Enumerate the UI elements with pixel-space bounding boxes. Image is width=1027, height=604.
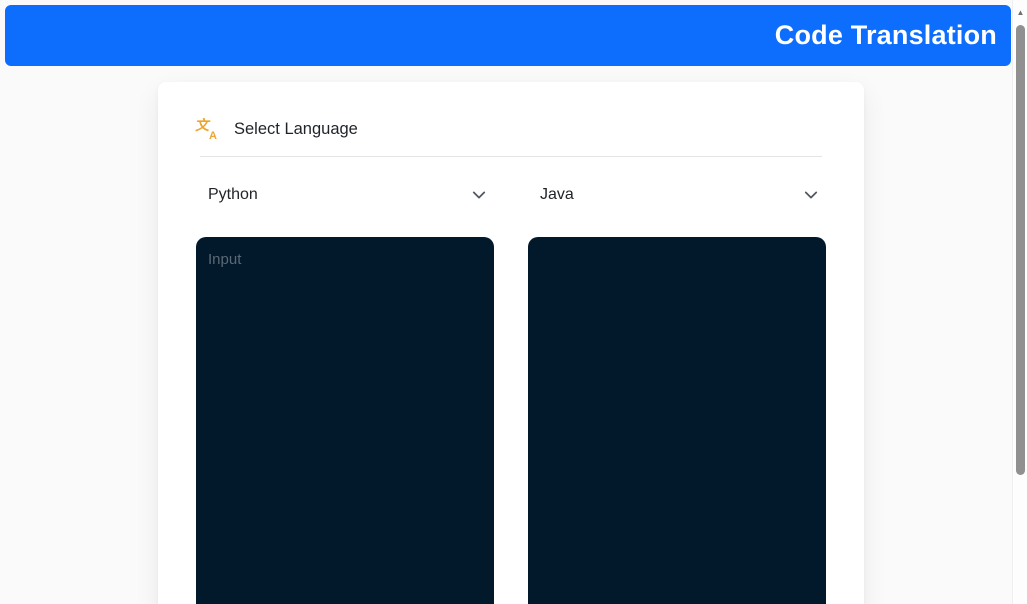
language-selects-row: Python Java [196,181,826,209]
target-language-value: Java [540,186,574,204]
chevron-down-icon [804,188,818,202]
app-header: Code Translation [5,5,1011,66]
divider [200,156,822,157]
translation-card: 文 A Select Language Python Java [158,82,864,604]
scroll-up-arrow-icon[interactable]: ▲ [1013,4,1027,20]
source-language-value: Python [208,186,258,204]
editors-row [196,237,826,604]
code-input-editor[interactable] [196,237,494,604]
code-output-editor[interactable] [528,237,826,604]
scrollbar-thumb[interactable] [1016,25,1025,475]
translate-icon-a-glyph: A [209,130,217,142]
page: Code Translation 文 A Select Language Pyt… [0,0,1027,604]
section-title-row: 文 A Select Language [196,118,826,140]
select-language-title: Select Language [234,120,358,139]
chevron-down-icon [472,188,486,202]
target-language-select[interactable]: Java [528,181,826,209]
scrollbar-track[interactable]: ▲ [1012,0,1027,604]
source-language-select[interactable]: Python [196,181,494,209]
translate-icon: 文 A [196,118,218,140]
app-title: Code Translation [775,20,997,51]
